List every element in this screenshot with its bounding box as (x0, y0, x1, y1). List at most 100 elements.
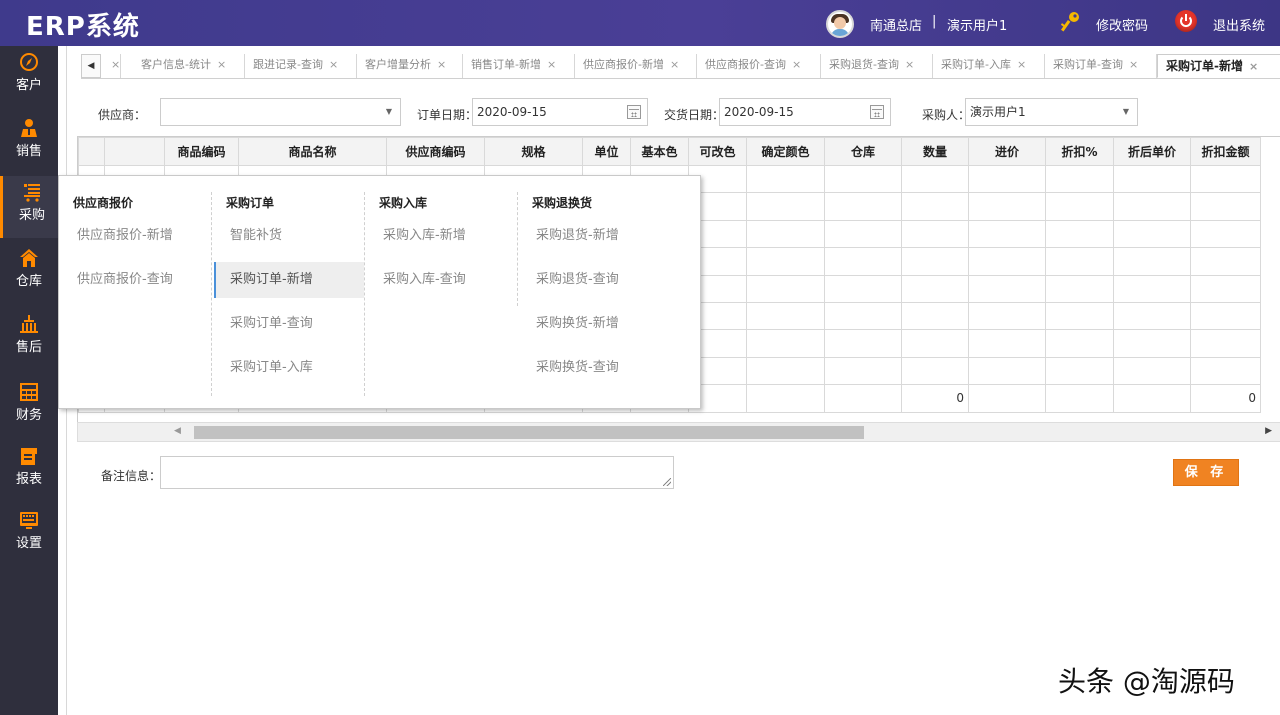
sidebar-item-purchase[interactable]: 采购 (0, 176, 58, 238)
calendar-icon[interactable] (870, 105, 884, 119)
scrollbar-thumb[interactable] (194, 426, 864, 439)
tab-partial[interactable]: × (101, 54, 121, 78)
power-icon[interactable] (1175, 10, 1197, 32)
close-icon[interactable]: × (905, 58, 914, 71)
sidebar-item-sales[interactable]: 销售 (0, 112, 58, 174)
menu-item-supplier-quote-new[interactable]: 供应商报价-新增 (61, 218, 211, 254)
menu-item-purchase-exchange-query[interactable]: 采购换货-查询 (520, 350, 670, 386)
table-cell[interactable] (968, 356, 1046, 386)
column-header[interactable]: 确定颜色 (746, 137, 825, 166)
resize-grip-icon[interactable] (663, 478, 671, 486)
table-cell[interactable] (1190, 164, 1261, 194)
table-cell[interactable] (1190, 247, 1261, 276)
close-icon[interactable]: × (670, 58, 679, 71)
table-cell[interactable] (901, 274, 969, 303)
tab-customer-stats[interactable]: 客户信息-统计 × (133, 54, 245, 78)
sidebar-item-after-sales[interactable]: 售后 (0, 308, 58, 370)
column-header[interactable]: 商品名称 (238, 137, 387, 166)
table-cell[interactable] (824, 219, 902, 249)
table-cell[interactable] (968, 329, 1046, 358)
horizontal-scrollbar[interactable]: ◀ ▶ (77, 422, 1280, 442)
save-button[interactable]: 保 存 (1173, 459, 1239, 486)
menu-item-purchase-exchange-new[interactable]: 采购换货-新增 (520, 306, 670, 342)
table-cell[interactable] (824, 301, 902, 331)
key-icon[interactable] (1061, 11, 1081, 33)
sidebar-item-finance[interactable]: 财务 (0, 376, 58, 438)
user-avatar[interactable] (826, 10, 854, 38)
table-cell[interactable] (901, 192, 969, 221)
table-cell[interactable] (824, 274, 902, 303)
tab-supplier-quote-query[interactable]: 供应商报价-查询 × (697, 54, 821, 78)
tab-followup-query[interactable]: 跟进记录-查询 × (245, 54, 357, 78)
close-icon[interactable]: × (1017, 58, 1026, 71)
table-cell[interactable] (1190, 274, 1261, 303)
logout-link[interactable]: 退出系统 (1213, 15, 1265, 34)
column-header[interactable]: 规格 (484, 137, 583, 166)
table-cell[interactable] (746, 274, 825, 303)
menu-item-purchase-order-query[interactable]: 采购订单-查询 (214, 306, 364, 342)
menu-item-purchase-return-new[interactable]: 采购退货-新增 (520, 218, 670, 254)
table-cell[interactable] (1045, 247, 1114, 276)
column-header[interactable]: 仓库 (824, 137, 902, 166)
tab-supplier-quote-new[interactable]: 供应商报价-新增 × (575, 54, 697, 78)
sidebar-item-reports[interactable]: 报表 (0, 440, 58, 502)
close-icon[interactable]: × (1249, 60, 1258, 73)
table-cell[interactable] (1045, 164, 1114, 194)
close-icon[interactable]: × (547, 58, 556, 71)
tab-sales-order-new[interactable]: 销售订单-新增 × (463, 54, 575, 78)
table-cell[interactable] (968, 192, 1046, 221)
column-header[interactable]: 基本色 (630, 137, 689, 166)
table-cell[interactable] (1190, 301, 1261, 331)
tab-purchase-return-query[interactable]: 采购退货-查询 × (821, 54, 933, 78)
menu-item-purchase-stockin-query[interactable]: 采购入库-查询 (367, 262, 517, 298)
close-icon[interactable]: × (1129, 58, 1138, 71)
table-cell[interactable] (968, 219, 1046, 249)
close-icon[interactable]: × (329, 58, 338, 71)
table-cell[interactable] (1045, 356, 1114, 386)
table-cell[interactable] (824, 356, 902, 386)
table-cell[interactable] (1045, 219, 1114, 249)
table-cell[interactable] (1190, 356, 1261, 386)
sidebar-item-warehouse[interactable]: 仓库 (0, 242, 58, 304)
table-cell[interactable] (1113, 274, 1191, 303)
table-cell[interactable] (1190, 329, 1261, 358)
table-cell[interactable] (968, 301, 1046, 331)
delivery-date-input[interactable]: 2020-09-15 (719, 98, 891, 126)
table-cell[interactable] (1113, 247, 1191, 276)
tab-customer-growth[interactable]: 客户增量分析 × (357, 54, 463, 78)
scroll-right-icon[interactable]: ▶ (1265, 426, 1272, 436)
table-cell[interactable] (901, 356, 969, 386)
change-password-link[interactable]: 修改密码 (1096, 15, 1148, 34)
column-header[interactable]: 供应商编码 (386, 137, 485, 166)
close-icon[interactable]: × (437, 58, 446, 71)
table-cell[interactable] (746, 247, 825, 276)
table-cell[interactable] (901, 247, 969, 276)
calendar-icon[interactable] (627, 105, 641, 119)
column-header[interactable]: 数量 (901, 137, 969, 166)
sidebar-item-settings[interactable]: 设置 (0, 504, 58, 566)
scroll-left-icon[interactable]: ◀ (174, 426, 181, 436)
table-cell[interactable] (1113, 192, 1191, 221)
menu-item-purchase-stockin-new[interactable]: 采购入库-新增 (367, 218, 517, 254)
table-cell[interactable] (746, 356, 825, 386)
table-cell[interactable] (824, 164, 902, 194)
close-icon[interactable]: × (792, 58, 801, 71)
table-cell[interactable] (746, 164, 825, 194)
order-date-input[interactable]: 2020-09-15 (472, 98, 648, 126)
menu-item-purchase-order-new[interactable]: 采购订单-新增 (214, 262, 364, 298)
tab-scroll-left-icon[interactable]: ◀ (81, 54, 101, 78)
table-cell[interactable] (968, 247, 1046, 276)
tab-purchase-order-new[interactable]: 采购订单-新增 × (1157, 54, 1280, 78)
table-cell[interactable] (1113, 329, 1191, 358)
buyer-select[interactable]: 演示用户1 ▼ (965, 98, 1138, 126)
table-cell[interactable] (968, 164, 1046, 194)
table-cell[interactable] (1113, 356, 1191, 386)
table-cell[interactable] (1045, 301, 1114, 331)
column-header[interactable]: 单位 (582, 137, 631, 166)
table-cell[interactable] (746, 192, 825, 221)
table-cell[interactable] (1045, 329, 1114, 358)
table-cell[interactable] (824, 329, 902, 358)
table-cell[interactable] (901, 219, 969, 249)
close-icon[interactable]: × (217, 58, 226, 71)
column-header[interactable]: 进价 (968, 137, 1046, 166)
